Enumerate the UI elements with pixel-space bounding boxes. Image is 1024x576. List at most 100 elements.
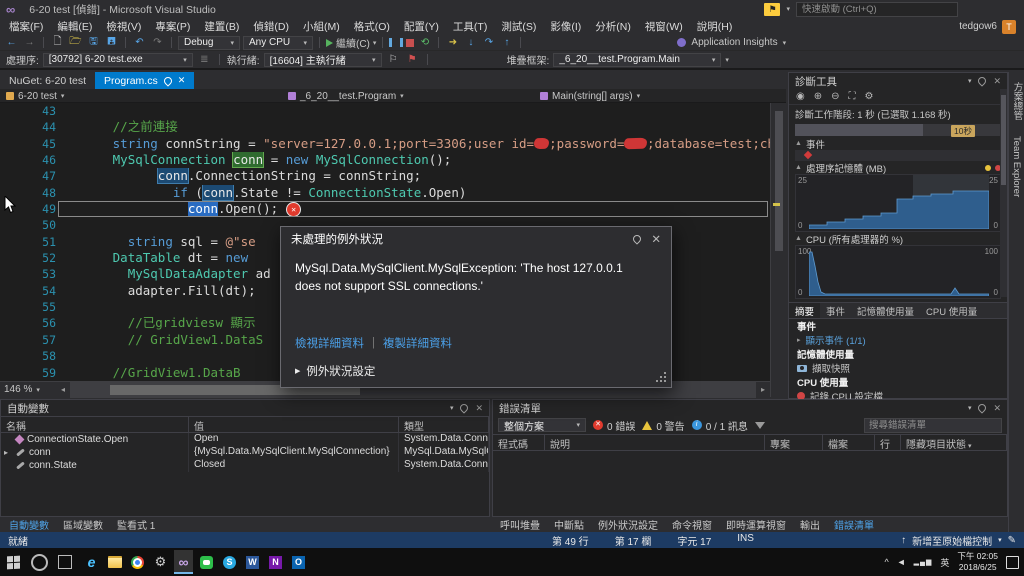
panel-pin-icon[interactable] [976,402,989,414]
diagnostics-tab[interactable]: 事件 [820,303,851,318]
flag-white-icon[interactable]: ⚐ [386,54,401,65]
app-insights-caret-icon[interactable]: ▾ [783,39,787,47]
continue-button[interactable]: 繼續(C) [336,35,370,50]
show-events-link[interactable]: ▸ 顯示事件 (1/1) [789,333,1007,347]
collapse-triangle-icon[interactable]: ▲ [795,140,802,147]
toolbar-overflow-icon[interactable]: ▾ [725,56,729,64]
thread-dropdown[interactable]: [16604] 主執行緒 ▾ [263,52,382,67]
error-list-column-header[interactable]: 檔案 [823,435,875,450]
breakpoint-gutter[interactable] [0,266,20,282]
autos-column-header[interactable]: 名稱 [1,417,189,432]
menu-item[interactable]: 檔案(F) [2,18,50,35]
memory-chart[interactable]: 25 0 25 0 [795,174,1001,232]
breakpoint-gutter[interactable] [0,103,20,119]
window-position-icon[interactable]: ▾ [968,77,972,85]
menu-item[interactable]: 工具(T) [446,18,494,35]
breakpoint-gutter[interactable] [0,332,20,348]
solution-config-dropdown[interactable]: Debug ▾ [178,35,240,50]
autos-row[interactable]: conn.State ClosedSystem.Data.Connecti [1,459,489,472]
close-tab-icon[interactable]: ✕ [178,75,186,86]
error-list-column-header[interactable]: 隱藏項目狀態 ▾ [901,435,1007,450]
navigate-back-icon[interactable]: ← [4,37,19,48]
step-over-icon[interactable]: ↷ [481,37,496,48]
expand-triangle-icon[interactable]: ▸ [797,336,801,344]
warnings-filter-button[interactable]: 0 警告 [642,418,685,433]
member-dropdown[interactable]: Main(string[] args) ▾ [540,90,640,102]
zoom-in-icon[interactable]: ⊕ [814,91,822,102]
flag-red-icon[interactable]: ⚑ [405,54,420,65]
error-list-column-header[interactable]: 行 [875,435,901,450]
settings-icon[interactable] [151,550,170,574]
action-center-icon[interactable] [1006,555,1019,569]
code-line[interactable]: 47 conn.ConnectionString = connString; [0,168,770,184]
type-dropdown[interactable]: _6_20__test.Program ▾ [288,90,404,102]
reset-view-icon[interactable]: ⛶ [849,91,856,102]
panel-close-icon[interactable]: ✕ [475,403,483,414]
continue-play-icon[interactable] [326,38,333,47]
code-line[interactable]: 49 conn.Open(); ✕ [0,201,770,218]
editor-vertical-scrollbar[interactable] [770,103,786,397]
error-list-search-input[interactable] [864,417,1002,433]
cortana-search-button[interactable] [26,548,52,576]
diagnostics-title-bar[interactable]: 診斷工具 ▾ ✕ [789,73,1007,89]
menu-item[interactable]: 影像(I) [543,18,588,35]
panel-tab[interactable]: 例外狀況設定 [591,517,665,532]
expander-icon[interactable]: ▸ [4,448,12,457]
tab-program-cs[interactable]: Program.cs ✕ [95,72,195,89]
continue-caret-icon[interactable]: ▾ [373,39,377,47]
flag-caret-icon[interactable]: ▾ [786,5,790,13]
undo-icon[interactable]: ↶ [132,37,147,48]
cpu-section-header[interactable]: ▲ CPU (所有處理器的 %) [789,232,1007,246]
pin-tab-icon[interactable] [162,74,174,87]
task-view-button[interactable] [52,548,78,576]
menu-item[interactable]: 分析(N) [588,18,638,35]
scope-dropdown[interactable]: 整個方案 ▾ [498,418,586,433]
ime-language-indicator[interactable]: 英 [940,556,949,569]
break-all-icon[interactable] [389,38,404,47]
chrome-icon[interactable] [128,550,147,574]
settings-gear-icon[interactable]: ⚙ [865,91,874,102]
breakpoint-gutter[interactable] [0,283,20,299]
timeline-selection[interactable] [795,124,923,136]
onenote-icon[interactable] [266,550,285,574]
autos-column-header[interactable]: 值 [189,417,399,432]
notifications-flag-icon[interactable]: ⚑ [764,2,781,16]
pencil-icon[interactable]: ✎ [1008,535,1016,546]
breakpoint-gutter[interactable] [0,168,20,184]
autos-column-header[interactable]: 類型 [399,417,489,432]
dialog-pin-icon[interactable] [631,233,644,245]
autos-title-bar[interactable]: 自動變數 ▾ ✕ [1,400,489,416]
start-button[interactable] [0,548,26,576]
exception-event-marker[interactable] [803,150,813,160]
messages-filter-button[interactable]: i0 / 1 訊息 [691,418,748,433]
menu-item[interactable]: 建置(B) [197,18,246,35]
breakpoint-gutter[interactable] [0,152,20,168]
side-rail-tab[interactable]: Team Explorer [1011,136,1022,197]
edge-icon[interactable] [82,550,101,574]
window-position-icon[interactable]: ▾ [968,404,972,412]
panel-close-icon[interactable]: ✕ [993,76,1001,87]
dialog-close-icon[interactable]: ✕ [651,232,661,246]
code-line[interactable]: 43 [0,103,770,119]
panel-close-icon[interactable]: ✕ [993,403,1001,414]
tray-expand-chevron-icon[interactable]: ^ [884,557,888,567]
breakpoint-gutter[interactable] [0,119,20,135]
menu-item[interactable]: 小組(M) [296,18,347,35]
dialog-resize-grip[interactable] [664,380,666,382]
panel-pin-icon[interactable] [976,75,989,87]
project-dropdown[interactable]: 6-20 test ▾ [6,90,64,102]
speaker-icon[interactable]: ◄ [897,557,906,567]
cpu-chart[interactable]: 100 0 100 0 [795,245,1001,299]
collapse-triangle-icon[interactable]: ▲ [795,164,802,171]
panel-tab[interactable]: 即時運算視窗 [719,517,793,532]
autos-row[interactable]: ConnectionState.Open Open System.Data.Conn… [1,433,489,446]
exception-dialog-title-bar[interactable]: 未處理的例外狀況 ✕ [281,227,671,251]
timeline-ruler[interactable]: 10秒 [795,124,1001,137]
errors-filter-button[interactable]: ✕ 0 錯誤 [593,418,635,433]
panel-tab[interactable]: 中斷點 [547,517,591,532]
error-list-title-bar[interactable]: 錯誤清單 ▾ ✕ [493,400,1007,416]
breakpoint-gutter[interactable] [0,315,20,331]
side-rail-tab[interactable]: 方案總管 [1010,82,1024,120]
menu-item[interactable]: 說明(H) [690,18,740,35]
save-icon[interactable]: 🖫 [86,34,101,51]
